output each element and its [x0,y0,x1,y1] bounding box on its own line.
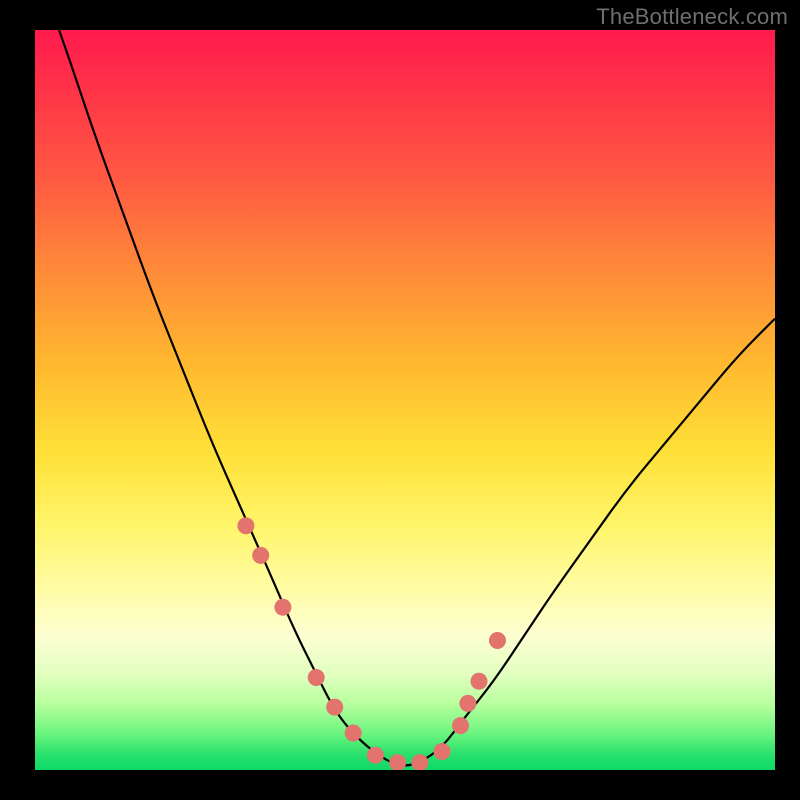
marker-point [345,725,362,742]
watermark-text: TheBottleneck.com [596,4,788,30]
marker-point [367,747,384,764]
marker-point [459,695,476,712]
marker-point [471,673,488,690]
marker-group [237,517,506,770]
marker-point [274,599,291,616]
marker-point [434,743,451,760]
bottleneck-curve [35,30,775,765]
chart-svg [35,30,775,770]
marker-point [252,547,269,564]
curve-path [35,30,775,765]
marker-point [489,632,506,649]
marker-point [326,699,343,716]
marker-point [411,754,428,770]
marker-point [237,517,254,534]
marker-point [308,669,325,686]
chart-frame: TheBottleneck.com [0,0,800,800]
marker-point [389,754,406,770]
plot-area [35,30,775,770]
marker-point [452,717,469,734]
